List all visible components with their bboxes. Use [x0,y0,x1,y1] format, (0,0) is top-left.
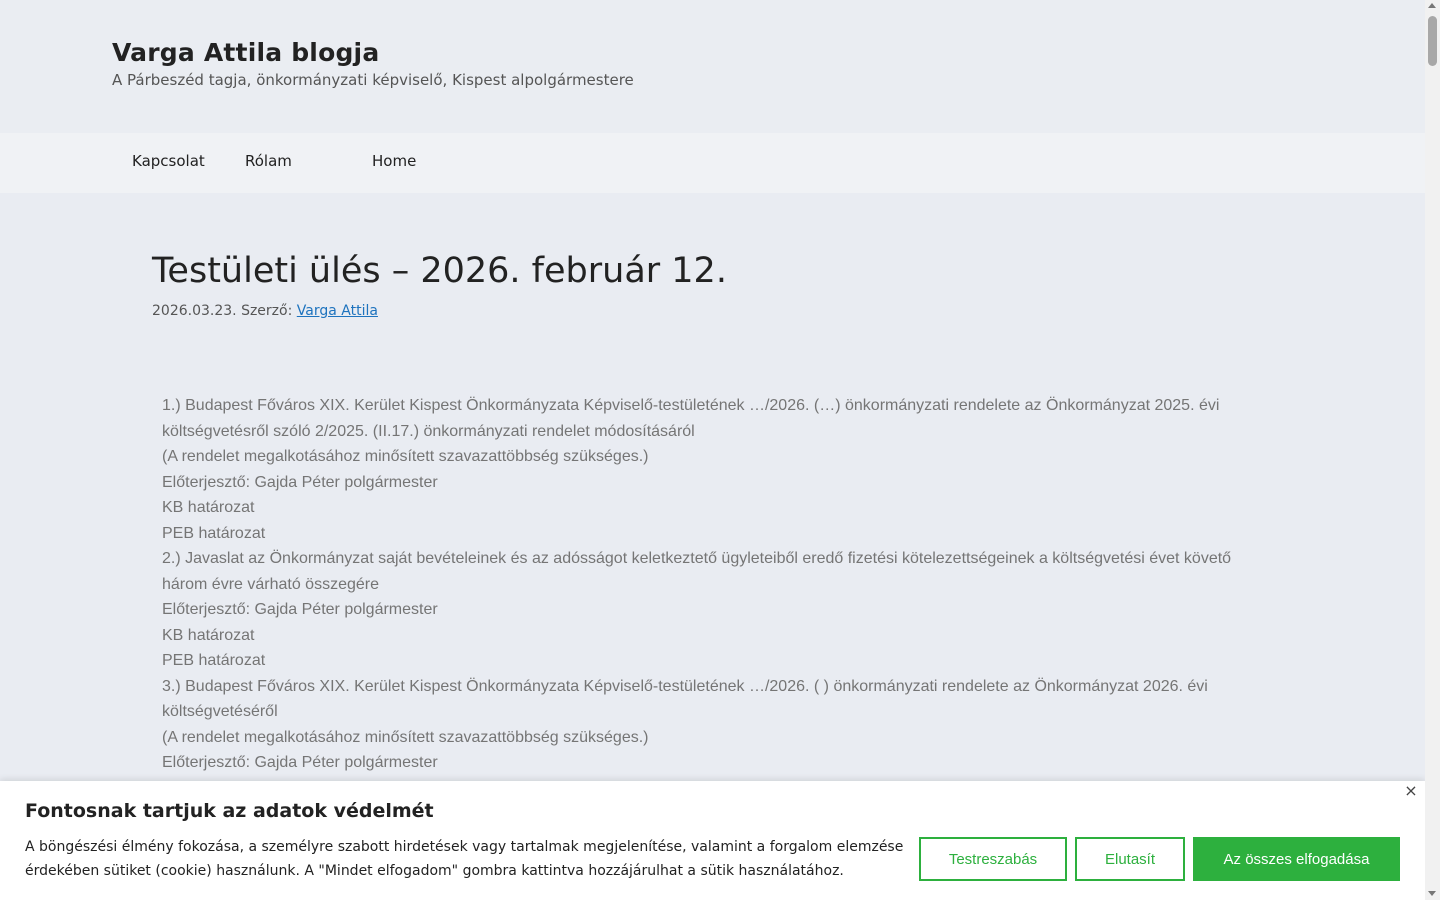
accept-all-button[interactable]: Az összes elfogadása [1193,837,1400,881]
post-paragraph: (A rendelet megalkotásához minősített sz… [162,448,649,465]
scroll-down-arrow-icon[interactable] [1428,891,1436,896]
post-paragraph: Előterjesztő: Gajda Péter polgármester [162,754,438,771]
author-prefix: Szerző: [241,303,293,319]
site-header: Varga Attila blogja A Párbeszéd tagja, ö… [0,0,1425,133]
post-paragraph: 1.) Budapest Főváros XIX. Kerület Kispes… [162,397,1220,440]
post-paragraph: (A rendelet megalkotásához minősített sz… [162,728,649,746]
post-body: 1.) Budapest Főváros XIX. Kerület Kispes… [162,393,1272,776]
cookie-consent-banner: Fontosnak tartjuk az adatok védelmét × A… [0,781,1425,900]
scrollbar-thumb[interactable] [1428,16,1437,66]
post-paragraph: Előterjesztő: Gajda Péter polgármester [162,473,438,491]
cookie-banner-title: Fontosnak tartjuk az adatok védelmét [25,800,434,822]
nav-item-rolam[interactable]: Rólam [245,152,292,170]
post-paragraph: PEB határozat [162,524,266,542]
page: Varga Attila blogja A Párbeszéd tagja, ö… [0,0,1425,900]
customize-button[interactable]: Testreszabás [919,837,1067,881]
post-paragraph: KB határozat [162,626,255,644]
reject-button[interactable]: Elutasít [1075,837,1185,881]
scroll-up-arrow-icon[interactable] [1428,3,1436,8]
post-date: 2026.03.23. [152,303,237,319]
main-navigation: Kapcsolat Rólam Home [0,133,1425,193]
vertical-scrollbar[interactable] [1425,0,1440,900]
post-paragraph: 3.) Budapest Főváros XIX. Kerület Kispes… [162,677,1208,721]
post-paragraph: 2.) Javaslat az Önkormányzat saját bevét… [162,550,1232,593]
site-description: A Párbeszéd tagja, önkormányzati képvise… [112,71,634,89]
post-title: Testületi ülés – 2026. február 12. [152,251,727,291]
post-paragraph: KB határozat [162,499,255,516]
post-paragraph: PEB határozat [162,652,266,669]
site-title[interactable]: Varga Attila blogja [112,38,379,67]
post-paragraph: Előterjesztő: Gajda Péter polgármester [162,601,438,618]
close-icon[interactable]: × [1401,781,1421,801]
cookie-banner-text: A böngészési élmény fokozása, a személyr… [25,839,904,879]
nav-item-kapcsolat[interactable]: Kapcsolat [132,152,205,170]
nav-item-home[interactable]: Home [372,152,416,170]
post-meta: 2026.03.23. Szerző: Varga Attila [152,303,378,319]
author-link[interactable]: Varga Attila [297,303,378,319]
